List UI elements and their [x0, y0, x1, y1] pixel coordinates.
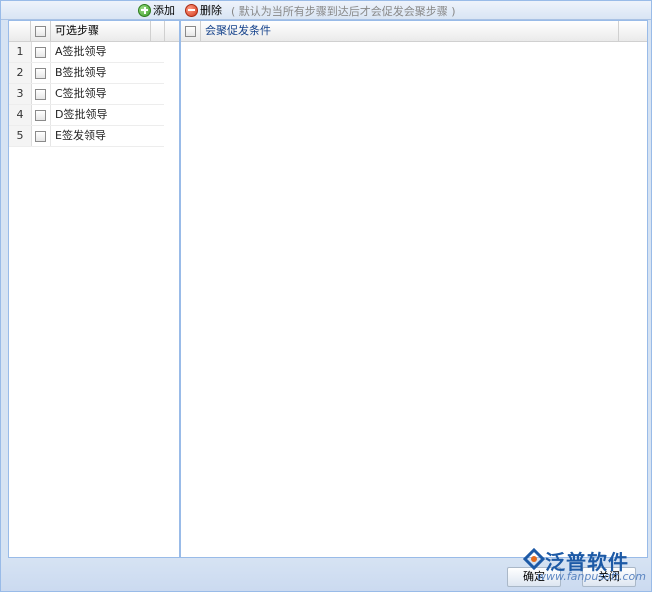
- row-number: 5: [9, 126, 32, 146]
- toolbar-hint: ( 默认为当所有步骤到达后才会促发会聚步骤 ): [231, 5, 456, 18]
- delete-button-label: 删除: [200, 4, 222, 17]
- table-row[interactable]: 3 C签批领导: [9, 84, 164, 105]
- ok-button[interactable]: 确定: [507, 567, 561, 587]
- step-label: E签发领导: [55, 129, 106, 142]
- row-checkbox[interactable]: [35, 110, 46, 121]
- add-icon: [138, 3, 151, 17]
- row-checkbox-cell: [31, 42, 51, 62]
- convergence-conditions-grid: 会聚促发条件: [180, 20, 648, 558]
- step-label: D签批领导: [55, 108, 108, 121]
- table-row[interactable]: 1 A签批领导: [9, 42, 164, 63]
- row-checkbox-cell: [31, 63, 51, 83]
- row-number: 3: [9, 84, 32, 104]
- select-all-checkbox-right[interactable]: [185, 26, 196, 37]
- dialog-window: 添加 删除 ( 默认为当所有步骤到达后才会促发会聚步骤 ) 可选步骤 1 A签批…: [0, 0, 652, 592]
- row-checkbox-cell: [31, 126, 51, 146]
- select-all-checkbox-left[interactable]: [35, 26, 46, 37]
- toolbar: 添加 删除 ( 默认为当所有步骤到达后才会促发会聚步骤 ): [1, 1, 651, 20]
- table-row[interactable]: 4 D签批领导: [9, 105, 164, 126]
- step-label: C签批领导: [55, 87, 107, 100]
- step-label: A签批领导: [55, 45, 107, 58]
- dialog-footer: 确定 关闭: [1, 558, 651, 591]
- select-all-cell: [31, 21, 51, 41]
- column-header-conditions[interactable]: 会聚促发条件: [201, 21, 619, 41]
- delete-button[interactable]: 删除: [185, 2, 222, 18]
- table-row[interactable]: 5 E签发领导: [9, 126, 164, 147]
- step-label: B签批领导: [55, 66, 107, 79]
- row-number-header: [9, 21, 31, 41]
- delete-icon: [185, 3, 198, 17]
- row-number: 1: [9, 42, 32, 62]
- row-checkbox[interactable]: [35, 68, 46, 79]
- row-number: 2: [9, 63, 32, 83]
- row-checkbox[interactable]: [35, 131, 46, 142]
- row-checkbox[interactable]: [35, 89, 46, 100]
- close-button[interactable]: 关闭: [582, 567, 636, 587]
- row-checkbox-cell: [31, 84, 51, 104]
- add-button-label: 添加: [153, 4, 175, 17]
- select-all-cell: [181, 21, 201, 41]
- column-header-steps[interactable]: 可选步骤: [51, 21, 151, 41]
- add-button[interactable]: 添加: [138, 2, 175, 18]
- convergence-conditions-header: 会聚促发条件: [181, 21, 647, 42]
- available-steps-grid: 可选步骤 1 A签批领导 2 B签批领导 3 C签批领导 4 D签批领导 5 E…: [8, 20, 180, 558]
- row-checkbox-cell: [31, 105, 51, 125]
- table-row[interactable]: 2 B签批领导: [9, 63, 164, 84]
- row-number: 4: [9, 105, 32, 125]
- row-checkbox[interactable]: [35, 47, 46, 58]
- column-header-spacer: [151, 21, 165, 41]
- available-steps-header: 可选步骤: [9, 21, 179, 42]
- column-header-spacer: [619, 21, 647, 41]
